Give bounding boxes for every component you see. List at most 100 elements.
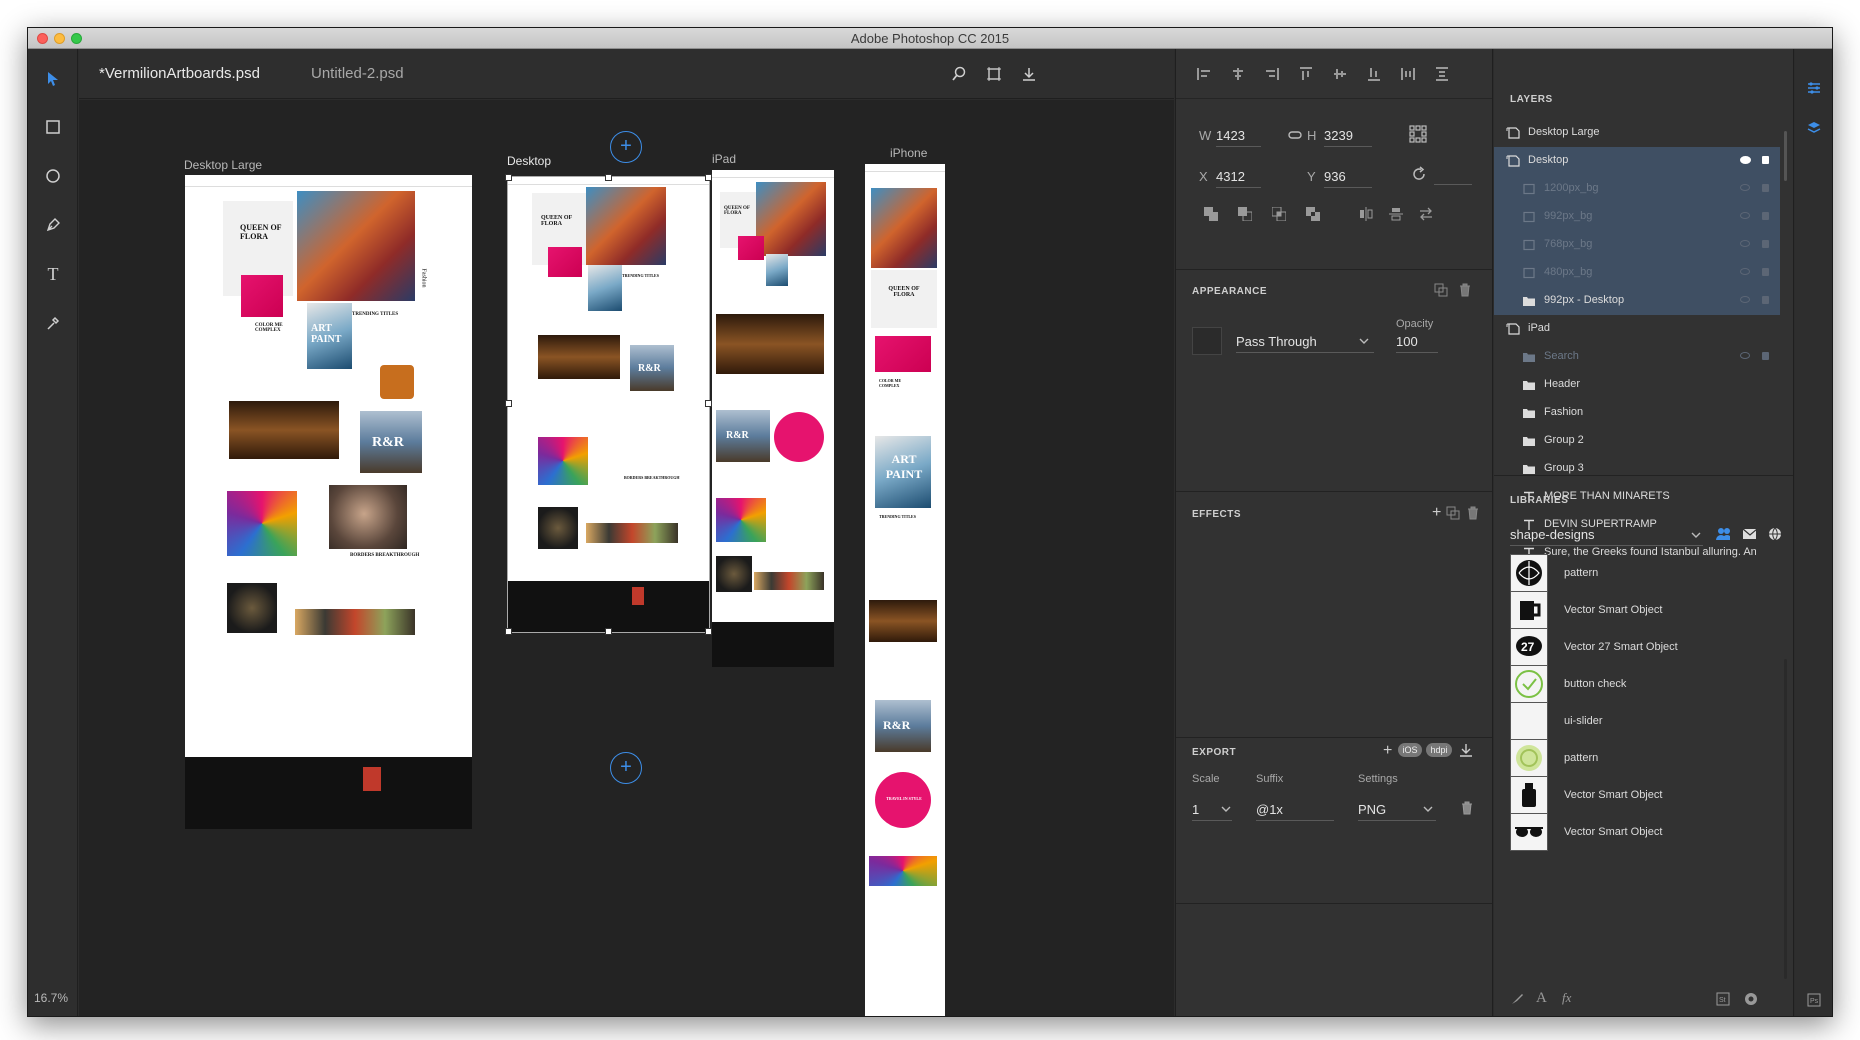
resize-handle[interactable] <box>705 400 712 407</box>
library-item[interactable]: 27 Vector 27 Smart Object <box>1510 628 1770 666</box>
resize-handle[interactable] <box>605 174 612 181</box>
align-bottom-icon[interactable] <box>1366 66 1382 82</box>
trash-icon[interactable] <box>1460 801 1474 815</box>
brush-icon[interactable] <box>1510 992 1524 1006</box>
artboard-desktop[interactable]: QUEEN OF FLORA TRENDING TITLES R&R BORDE… <box>507 176 710 633</box>
move-tool-icon[interactable] <box>41 67 65 91</box>
ellipse-tool-icon[interactable] <box>41 164 65 188</box>
swap-icon[interactable] <box>1419 207 1433 221</box>
tab-vermilion-artboards[interactable]: *VermilionArtboards.psd <box>99 65 260 82</box>
grid-icon[interactable] <box>1409 125 1427 143</box>
lock-icon[interactable] <box>1762 296 1769 304</box>
character-style-icon[interactable]: A <box>1536 990 1550 1006</box>
add-artboard-below-button[interactable]: + <box>610 752 642 784</box>
lock-icon[interactable] <box>1762 352 1769 360</box>
cloud-sync-icon[interactable] <box>1744 992 1758 1006</box>
layer-row[interactable]: Group 3 <box>1494 455 1780 483</box>
lock-icon[interactable] <box>1762 240 1769 248</box>
visibility-eye-icon[interactable] <box>1740 352 1750 359</box>
link-proportions-icon[interactable] <box>1288 128 1302 142</box>
align-center-vertical-icon[interactable] <box>1332 66 1348 82</box>
path-exclude-icon[interactable] <box>1306 207 1320 221</box>
ios-export-badge[interactable]: iOS <box>1398 743 1422 757</box>
copy-style-icon[interactable] <box>1434 283 1448 297</box>
hdpi-export-badge[interactable]: hdpi <box>1426 743 1452 757</box>
resize-handle[interactable] <box>505 174 512 181</box>
layer-row[interactable]: Desktop Large <box>1494 119 1780 147</box>
search-icon[interactable] <box>948 63 970 85</box>
layer-row[interactable]: 480px_bg <box>1494 259 1780 287</box>
align-left-icon[interactable] <box>1196 66 1212 82</box>
path-unite-icon[interactable] <box>1204 207 1218 221</box>
layer-row[interactable]: Search <box>1494 343 1780 371</box>
stock-icon[interactable]: St <box>1716 992 1730 1006</box>
add-export-icon[interactable]: + <box>1383 742 1397 759</box>
library-scrollbar[interactable] <box>1784 659 1787 979</box>
add-effect-icon[interactable]: + <box>1432 504 1446 521</box>
visibility-eye-icon[interactable] <box>1740 268 1750 275</box>
library-item[interactable]: button check <box>1510 665 1770 703</box>
library-item[interactable]: pattern <box>1510 554 1770 592</box>
artboard-label-ipad[interactable]: iPad <box>712 152 736 166</box>
layers-scrollbar[interactable] <box>1784 131 1787 181</box>
mail-icon[interactable] <box>1742 528 1756 542</box>
layer-style-icon[interactable]: fx <box>1562 990 1576 1005</box>
pen-tool-icon[interactable] <box>41 213 65 237</box>
type-tool-icon[interactable]: T <box>41 262 65 286</box>
visibility-eye-icon[interactable] <box>1740 184 1750 191</box>
artboard-icon[interactable] <box>983 63 1005 85</box>
x-input[interactable]: 4312 <box>1216 169 1261 188</box>
lock-icon[interactable] <box>1762 268 1769 276</box>
layer-row[interactable]: 992px_bg <box>1494 203 1780 231</box>
blend-mode-select[interactable]: Pass Through <box>1236 334 1374 353</box>
artboard-label-desktop[interactable]: Desktop <box>507 154 551 168</box>
distribute-horizontal-icon[interactable] <box>1400 66 1416 82</box>
visibility-eye-icon[interactable] <box>1740 212 1750 219</box>
align-top-icon[interactable] <box>1298 66 1314 82</box>
artboard-label-desktop-large[interactable]: Desktop Large <box>184 158 262 172</box>
resize-handle[interactable] <box>505 400 512 407</box>
path-subtract-icon[interactable] <box>1238 207 1252 221</box>
align-center-horizontal-icon[interactable] <box>1230 66 1246 82</box>
distribute-vertical-icon[interactable] <box>1434 66 1450 82</box>
tab-untitled-2[interactable]: Untitled-2.psd <box>311 65 404 82</box>
visibility-eye-icon[interactable] <box>1740 240 1750 247</box>
artboard-ipad[interactable]: QUEEN OF FLORA R&R <box>712 170 834 667</box>
globe-icon[interactable] <box>1768 527 1782 541</box>
height-input[interactable]: 3239 <box>1324 128 1372 147</box>
add-artboard-above-button[interactable]: + <box>610 131 642 163</box>
layer-row[interactable]: 768px_bg <box>1494 231 1780 259</box>
visibility-eye-icon[interactable] <box>1740 156 1751 164</box>
flip-vertical-icon[interactable] <box>1389 207 1403 221</box>
resize-handle[interactable] <box>605 628 612 635</box>
layer-row[interactable]: iPad <box>1494 315 1780 343</box>
copy-effects-icon[interactable] <box>1446 506 1460 520</box>
library-item[interactable]: ui-slider <box>1510 702 1770 740</box>
flip-horizontal-icon[interactable] <box>1359 207 1373 221</box>
lock-icon[interactable] <box>1762 212 1769 220</box>
width-input[interactable]: 1423 <box>1216 128 1261 147</box>
trash-icon[interactable] <box>1466 506 1480 520</box>
layer-row[interactable]: 1200px_bg <box>1494 175 1780 203</box>
library-select[interactable]: shape-designs <box>1510 527 1703 546</box>
fill-swatch[interactable] <box>1192 327 1222 355</box>
canvas[interactable]: Desktop Large Desktop iPad iPhone + + QU… <box>79 100 1174 1016</box>
artboard-label-iphone[interactable]: iPhone <box>890 146 927 160</box>
path-intersect-icon[interactable] <box>1272 207 1286 221</box>
layer-row[interactable]: Header <box>1494 371 1780 399</box>
collaborate-icon[interactable] <box>1716 527 1730 541</box>
rotate-icon[interactable] <box>1411 166 1427 182</box>
y-input[interactable]: 936 <box>1324 169 1372 188</box>
export-download-icon[interactable] <box>1018 63 1040 85</box>
rotate-input[interactable] <box>1434 169 1472 185</box>
library-item[interactable]: Vector Smart Object <box>1510 591 1770 629</box>
lock-icon[interactable] <box>1762 156 1769 164</box>
resize-handle[interactable] <box>705 628 712 635</box>
layer-row[interactable]: Fashion <box>1494 399 1780 427</box>
resize-handle[interactable] <box>505 628 512 635</box>
export-download-icon[interactable] <box>1459 743 1473 757</box>
resize-handle[interactable] <box>705 174 712 181</box>
lock-icon[interactable] <box>1762 184 1769 192</box>
library-item[interactable]: Vector Smart Object <box>1510 776 1770 814</box>
zoom-level[interactable]: 16.7% <box>34 991 68 1005</box>
